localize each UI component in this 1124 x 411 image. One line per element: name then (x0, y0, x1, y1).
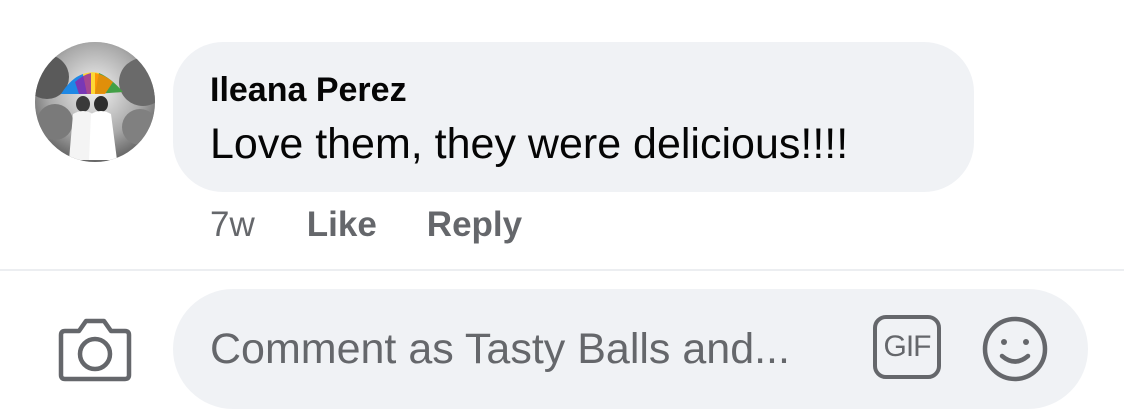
comment-text: Love them, they were delicious!!!! (210, 120, 849, 168)
gif-button[interactable]: GIF (873, 315, 941, 379)
comment-thread: Ileana Perez Love them, they were delici… (0, 0, 1124, 411)
comment-author[interactable]: Ileana Perez (210, 71, 407, 110)
comment-input[interactable] (210, 317, 870, 381)
divider (0, 269, 1124, 271)
avatar-photo (35, 42, 155, 162)
avatar[interactable] (35, 42, 155, 162)
reply-button[interactable]: Reply (427, 205, 522, 245)
comment-age[interactable]: 7w (210, 205, 255, 245)
smiley-icon[interactable] (981, 315, 1049, 383)
comment-actions: 7w Like Reply (210, 200, 572, 250)
comment-bubble: Ileana Perez Love them, they were delici… (173, 42, 974, 192)
like-button[interactable]: Like (307, 205, 377, 245)
comment-composer: GIF (173, 289, 1088, 409)
camera-icon[interactable] (57, 313, 133, 383)
